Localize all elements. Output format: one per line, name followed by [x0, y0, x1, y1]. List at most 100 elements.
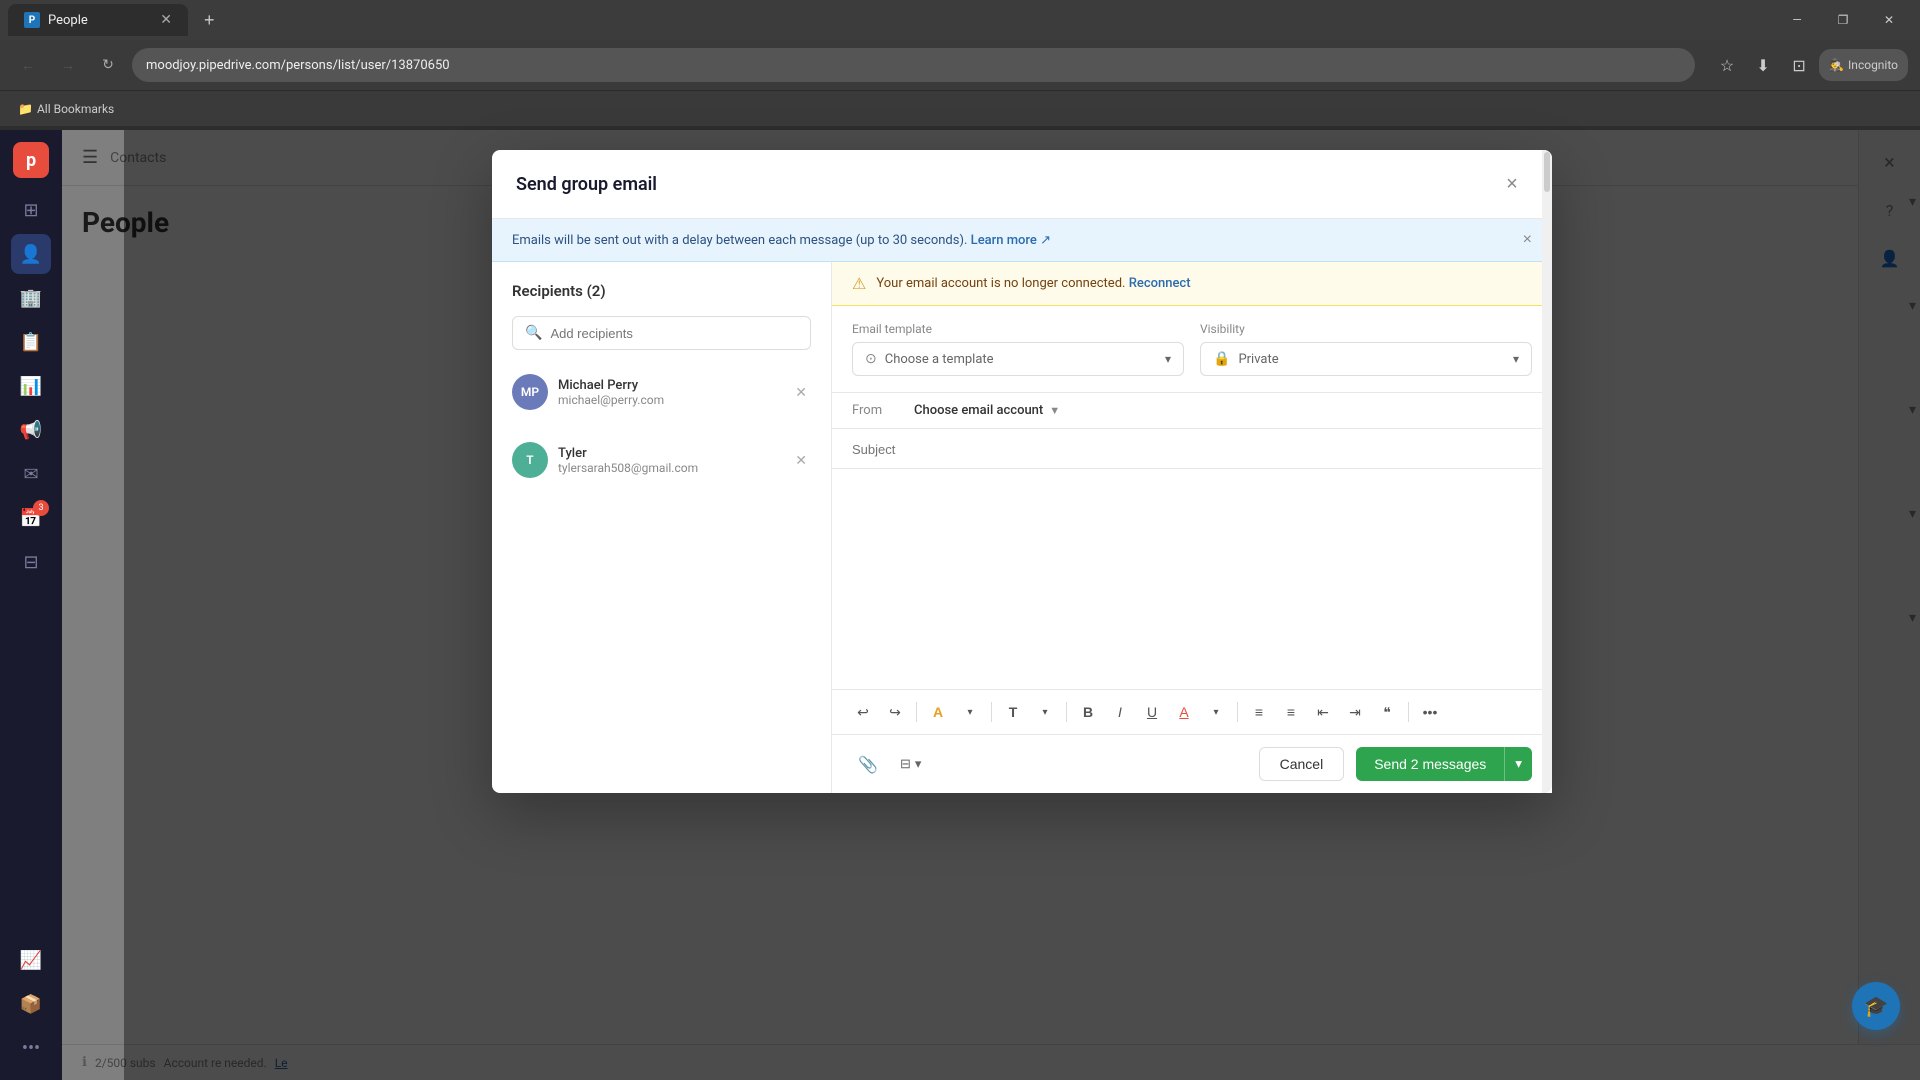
- unordered-list-button[interactable]: ≡: [1276, 698, 1306, 726]
- from-dropdown-icon: ▼: [1049, 404, 1060, 417]
- cancel-button[interactable]: Cancel: [1259, 747, 1345, 781]
- window-controls: — ❐ ✕: [1774, 0, 1912, 40]
- toolbar-separator-2: [991, 702, 992, 722]
- recipients-title: Recipients (2): [512, 282, 811, 300]
- learn-more-link[interactable]: Learn more ↗: [971, 233, 1051, 248]
- modal-close-button[interactable]: ×: [1496, 168, 1528, 200]
- visibility-value: Private: [1238, 352, 1505, 367]
- search-icon: 🔍: [525, 325, 542, 341]
- sidebar-item-org[interactable]: 🏢: [11, 278, 51, 318]
- help-float-button[interactable]: 🎓: [1852, 982, 1900, 1030]
- undo-button[interactable]: ↩: [848, 698, 878, 726]
- sidebar-item-pipelines[interactable]: ⊟: [11, 542, 51, 582]
- recipient-info-michael: Michael Perry michael@perry.com: [558, 378, 781, 407]
- recipient-remove-tyler[interactable]: ✕: [791, 448, 811, 473]
- underline-button[interactable]: U: [1137, 698, 1167, 726]
- sidebar-item-home[interactable]: ⊞: [11, 190, 51, 230]
- tab-close-button[interactable]: ✕: [160, 12, 172, 28]
- sidebar-item-mail[interactable]: ✉: [11, 454, 51, 494]
- toolbar-separator-4: [1237, 702, 1238, 722]
- visibility-group: Visibility 🔒 Private ▾: [1200, 322, 1532, 376]
- info-banner-close-button[interactable]: ×: [1523, 231, 1532, 249]
- sidebar-item-reports[interactable]: 📈: [11, 940, 51, 980]
- toolbar-separator-5: [1408, 702, 1409, 722]
- add-recipients-input[interactable]: [550, 326, 798, 341]
- sidebar-item-calendar[interactable]: 📅 3: [11, 498, 51, 538]
- address-bar[interactable]: moodjoy.pipedrive.com/persons/list/user/…: [132, 48, 1695, 82]
- send-dropdown-button[interactable]: ▾: [1504, 747, 1532, 781]
- recipient-item-michael: MP Michael Perry michael@perry.com ✕: [512, 366, 811, 418]
- profile-icon[interactable]: ⊡: [1783, 49, 1815, 81]
- modal-footer: 📎 ⊟ ▾ Cancel Send 2 messages: [832, 734, 1552, 793]
- format-dropdown-icon: ▾: [915, 757, 922, 772]
- footer-right: Cancel Send 2 messages ▾: [1259, 747, 1532, 781]
- restore-button[interactable]: ❐: [1820, 0, 1866, 40]
- back-button[interactable]: ←: [12, 49, 44, 81]
- sidebar-bottom: 📈 📦 •••: [11, 940, 51, 1068]
- from-select[interactable]: Choose email account ▼: [914, 403, 1060, 418]
- footer-left: 📎 ⊟ ▾: [852, 748, 929, 780]
- visibility-select[interactable]: 🔒 Private ▾: [1200, 342, 1532, 376]
- text-style-button[interactable]: T: [998, 698, 1028, 726]
- sidebar-item-contacts[interactable]: 📋: [11, 322, 51, 362]
- font-color-dropdown-button[interactable]: ▾: [1201, 698, 1231, 726]
- refresh-button[interactable]: ↻: [92, 49, 124, 81]
- reconnect-link[interactable]: Reconnect: [1129, 276, 1191, 291]
- more-options-button[interactable]: •••: [1415, 698, 1445, 726]
- lock-icon: 🔒: [1213, 351, 1230, 367]
- recipient-name-tyler: Tyler: [558, 446, 781, 461]
- attach-button[interactable]: 📎: [852, 748, 884, 780]
- subject-row[interactable]: [832, 429, 1552, 469]
- modal-scrollbar[interactable]: [1542, 150, 1552, 793]
- text-style-dropdown-button[interactable]: ▾: [1030, 698, 1060, 726]
- modal-title: Send group email: [516, 174, 657, 195]
- from-row: From Choose email account ▼: [832, 393, 1552, 429]
- incognito-label: Incognito: [1848, 58, 1898, 72]
- email-template-group: Email template ⊙ Choose a template ▾: [852, 322, 1184, 376]
- sidebar-item-announcements[interactable]: 📢: [11, 410, 51, 450]
- editor-toolbar: ↩ ↪ A ▾ T ▾ B I U A: [832, 689, 1552, 734]
- sidebar-item-more[interactable]: •••: [11, 1028, 51, 1068]
- recipient-email-michael: michael@perry.com: [558, 393, 781, 407]
- minimize-button[interactable]: —: [1774, 0, 1820, 40]
- bookmarks-folder[interactable]: 📁 All Bookmarks: [12, 100, 120, 118]
- modal-header: Send group email ×: [492, 150, 1552, 219]
- browser-tab-active[interactable]: P People ✕: [8, 4, 188, 36]
- italic-button[interactable]: I: [1105, 698, 1135, 726]
- app-logo[interactable]: p: [13, 142, 49, 178]
- quote-button[interactable]: ❝: [1372, 698, 1402, 726]
- recipient-remove-michael[interactable]: ✕: [791, 380, 811, 405]
- incognito-icon: 🕵: [1829, 58, 1844, 72]
- modal-scrollbar-thumb[interactable]: [1544, 152, 1550, 192]
- sidebar-item-products[interactable]: 📦: [11, 984, 51, 1024]
- send-button[interactable]: Send 2 messages: [1356, 747, 1504, 781]
- sidebar-item-people[interactable]: 👤: [11, 234, 51, 274]
- new-tab-button[interactable]: +: [196, 6, 223, 35]
- from-select-text: Choose email account: [914, 403, 1043, 418]
- subject-input[interactable]: [852, 442, 1532, 457]
- highlight-color-button[interactable]: A: [923, 698, 953, 726]
- toolbar-separator-3: [1066, 702, 1067, 722]
- browser-toolbar-icons: ☆ ⬇ ⊡ 🕵 Incognito: [1711, 49, 1908, 81]
- redo-button[interactable]: ↪: [880, 698, 910, 726]
- email-template-select[interactable]: ⊙ Choose a template ▾: [852, 342, 1184, 376]
- modal-overlay: Send group email × Emails will be sent o…: [124, 130, 1920, 1080]
- font-color-button[interactable]: A: [1169, 698, 1199, 726]
- indent-dec-button[interactable]: ⇤: [1308, 698, 1338, 726]
- recipients-search[interactable]: 🔍: [512, 316, 811, 350]
- info-banner: Emails will be sent out with a delay bet…: [492, 219, 1552, 262]
- close-button[interactable]: ✕: [1866, 0, 1912, 40]
- forward-button[interactable]: →: [52, 49, 84, 81]
- sidebar-item-activity[interactable]: 📊: [11, 366, 51, 406]
- bold-button[interactable]: B: [1073, 698, 1103, 726]
- email-body[interactable]: [832, 469, 1552, 689]
- bookmark-star-icon[interactable]: ☆: [1711, 49, 1743, 81]
- indent-inc-button[interactable]: ⇥: [1340, 698, 1370, 726]
- template-icon: ⊙: [865, 351, 877, 367]
- download-icon[interactable]: ⬇: [1747, 49, 1779, 81]
- send-group-email-modal: Send group email × Emails will be sent o…: [492, 150, 1552, 793]
- format-button[interactable]: ⊟ ▾: [892, 753, 929, 776]
- highlight-dropdown-button[interactable]: ▾: [955, 698, 985, 726]
- email-form-panel: ⚠ Your email account is no longer connec…: [832, 262, 1552, 793]
- ordered-list-button[interactable]: ≡: [1244, 698, 1274, 726]
